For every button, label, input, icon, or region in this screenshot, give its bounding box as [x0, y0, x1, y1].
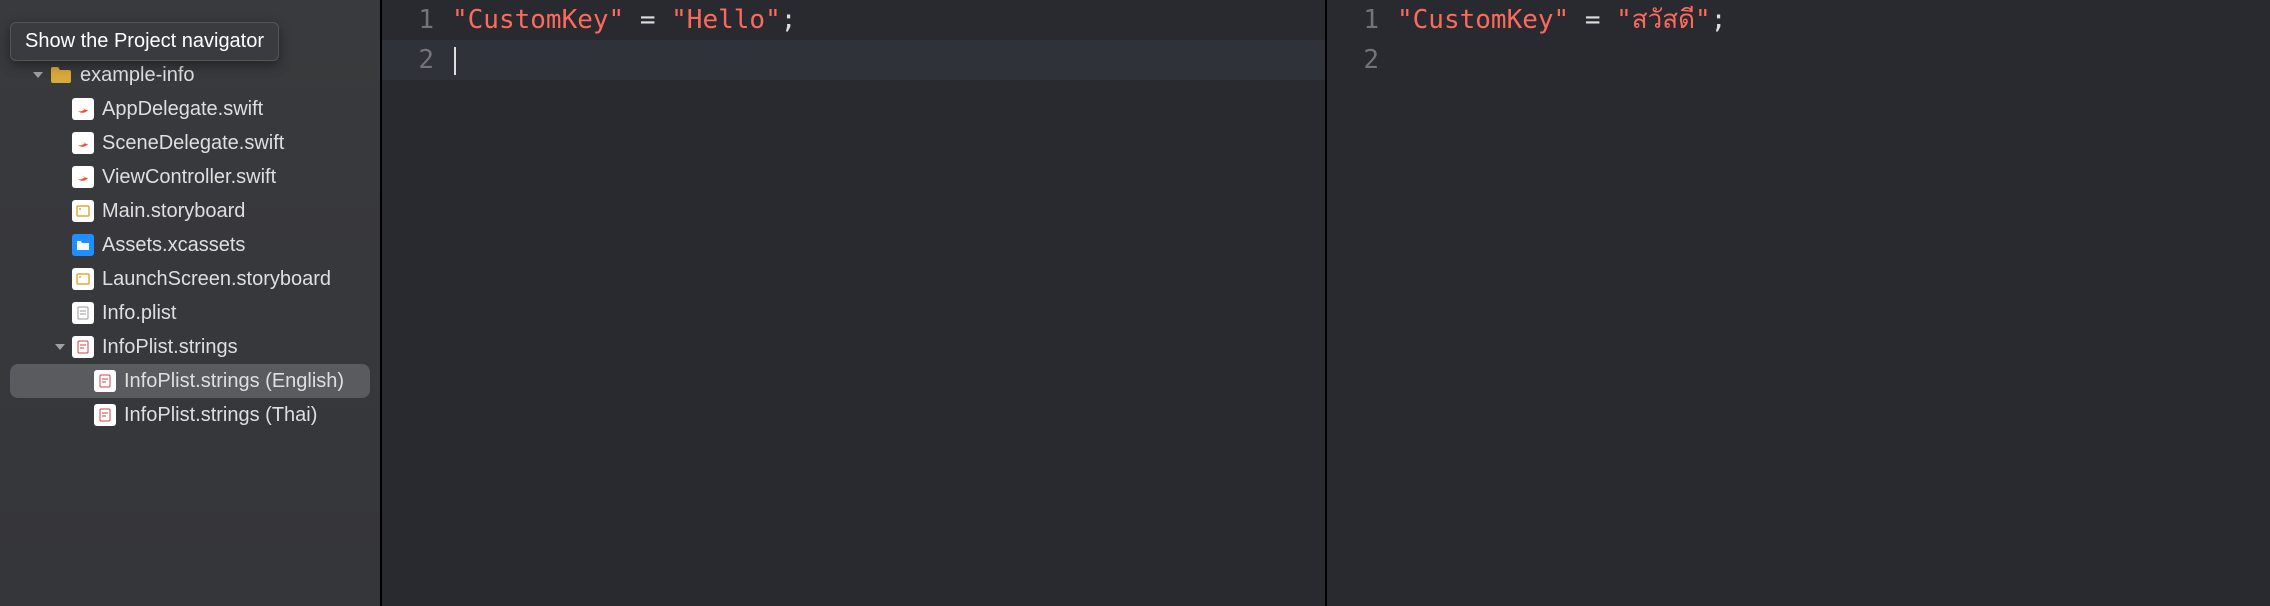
editor-pane-right[interactable]: 1 "CustomKey" = "สวัสดี"; 2	[1325, 0, 2270, 606]
tree-folder-root[interactable]: example-info	[0, 58, 380, 92]
tree-item-label: Assets.xcassets	[102, 234, 245, 257]
tree-item-label: SceneDelegate.swift	[102, 132, 284, 155]
tree-file-xcassets[interactable]: Assets.xcassets	[0, 228, 380, 262]
tree-item-label: Main.storyboard	[102, 200, 245, 223]
tree-item-label: Info.plist	[102, 302, 176, 325]
editor-pane-left[interactable]: 1 "CustomKey" = "Hello"; 2	[380, 0, 1325, 606]
storyboard-file-icon	[72, 268, 94, 290]
swift-file-icon	[72, 98, 94, 120]
code-area[interactable]: 1 "CustomKey" = "Hello"; 2	[382, 0, 1325, 80]
chevron-down-icon[interactable]	[30, 69, 46, 81]
file-tree: example-info AppDelegate.swift SceneDele…	[0, 0, 380, 432]
tree-file-strings-english[interactable]: InfoPlist.strings (English)	[10, 364, 370, 398]
tooltip-text: Show the Project navigator	[25, 30, 264, 52]
tree-file-strings-thai[interactable]: InfoPlist.strings (Thai)	[0, 398, 380, 432]
line-number: 2	[1327, 40, 1397, 80]
code-line[interactable]: 1 "CustomKey" = "สวัสดี";	[1327, 0, 2270, 40]
xcassets-folder-icon	[72, 234, 94, 256]
text-cursor	[454, 47, 456, 75]
string-token: "สวัสดี"	[1616, 5, 1711, 35]
tree-file-strings-group[interactable]: InfoPlist.strings	[0, 330, 380, 364]
tree-file-storyboard[interactable]: LaunchScreen.storyboard	[0, 262, 380, 296]
chevron-down-icon[interactable]	[52, 341, 68, 353]
operator-token: =	[624, 5, 671, 35]
code-line[interactable]: 2	[1327, 40, 2270, 80]
strings-file-icon	[72, 336, 94, 358]
tree-item-label: AppDelegate.swift	[102, 98, 263, 121]
code-content[interactable]: "CustomKey" = "Hello";	[452, 0, 1325, 40]
tree-item-label: example-info	[80, 64, 195, 87]
tree-file-swift[interactable]: AppDelegate.swift	[0, 92, 380, 126]
tree-file-swift[interactable]: ViewController.swift	[0, 160, 380, 194]
line-number: 1	[1327, 0, 1397, 40]
swift-file-icon	[72, 132, 94, 154]
tree-item-label: InfoPlist.strings	[102, 336, 238, 359]
swift-file-icon	[72, 166, 94, 188]
string-token: "CustomKey"	[452, 5, 624, 35]
tree-item-label: InfoPlist.strings (Thai)	[124, 404, 317, 427]
string-token: "Hello"	[671, 5, 781, 35]
tree-item-label: ViewController.swift	[102, 166, 276, 189]
code-line-current[interactable]: 2	[382, 40, 1325, 80]
code-line[interactable]: 1 "CustomKey" = "Hello";	[382, 0, 1325, 40]
tree-item-label: InfoPlist.strings (English)	[124, 370, 344, 393]
punct-token: ;	[781, 5, 797, 35]
tree-file-swift[interactable]: SceneDelegate.swift	[0, 126, 380, 160]
code-area[interactable]: 1 "CustomKey" = "สวัสดี"; 2	[1327, 0, 2270, 80]
folder-icon	[50, 64, 72, 86]
strings-file-icon	[94, 370, 116, 392]
tree-file-storyboard[interactable]: Main.storyboard	[0, 194, 380, 228]
string-token: "CustomKey"	[1397, 5, 1569, 35]
tree-file-plist[interactable]: Info.plist	[0, 296, 380, 330]
line-number: 2	[382, 40, 452, 80]
operator-token: =	[1569, 5, 1616, 35]
tree-item-label: LaunchScreen.storyboard	[102, 268, 331, 291]
punct-token: ;	[1711, 5, 1727, 35]
code-content[interactable]	[452, 40, 1325, 80]
project-navigator: Show the Project navigator example-info …	[0, 0, 380, 606]
code-content[interactable]: "CustomKey" = "สวัสดี";	[1397, 0, 2270, 40]
plist-file-icon	[72, 302, 94, 324]
line-number: 1	[382, 0, 452, 40]
navigator-tooltip: Show the Project navigator	[10, 22, 279, 61]
storyboard-file-icon	[72, 200, 94, 222]
strings-file-icon	[94, 404, 116, 426]
